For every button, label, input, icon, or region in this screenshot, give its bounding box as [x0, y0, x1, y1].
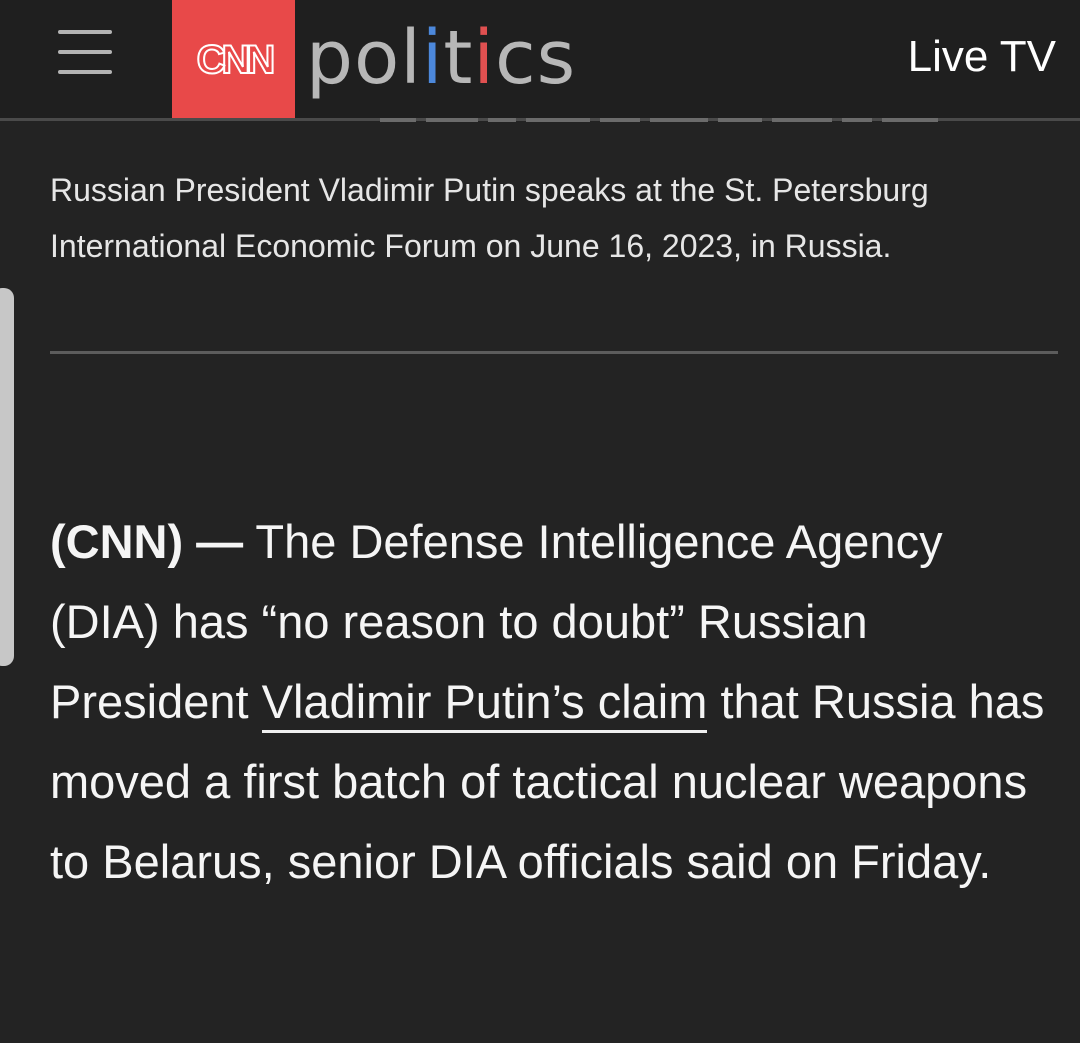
dateline: (CNN) — — [50, 515, 244, 568]
putin-claim-link[interactable]: Vladimir Putin’s claim — [261, 675, 708, 733]
caption-divider — [50, 351, 1058, 354]
article-paragraph: (CNN) — The Defense Intelligence Agency … — [50, 502, 1060, 902]
section-name: politics — [306, 10, 576, 106]
hamburger-menu-icon[interactable] — [58, 28, 114, 78]
cnn-logo-text: CNN — [196, 37, 277, 83]
image-caption: Russian President Vladimir Putin speaks … — [50, 172, 929, 264]
site-header: CNN politics Live TV — [0, 0, 1080, 121]
cnn-logo-box: CNN — [172, 0, 295, 118]
cut-off-text-line — [380, 118, 1060, 124]
cnn-politics-logo[interactable]: CNN politics — [172, 0, 592, 118]
section-name-text: politics — [306, 15, 577, 101]
article-page: CNN politics Live TV Russian President V… — [0, 0, 1080, 1043]
live-tv-link[interactable]: Live TV — [908, 30, 1056, 84]
side-scroll-handle[interactable] — [0, 288, 14, 666]
